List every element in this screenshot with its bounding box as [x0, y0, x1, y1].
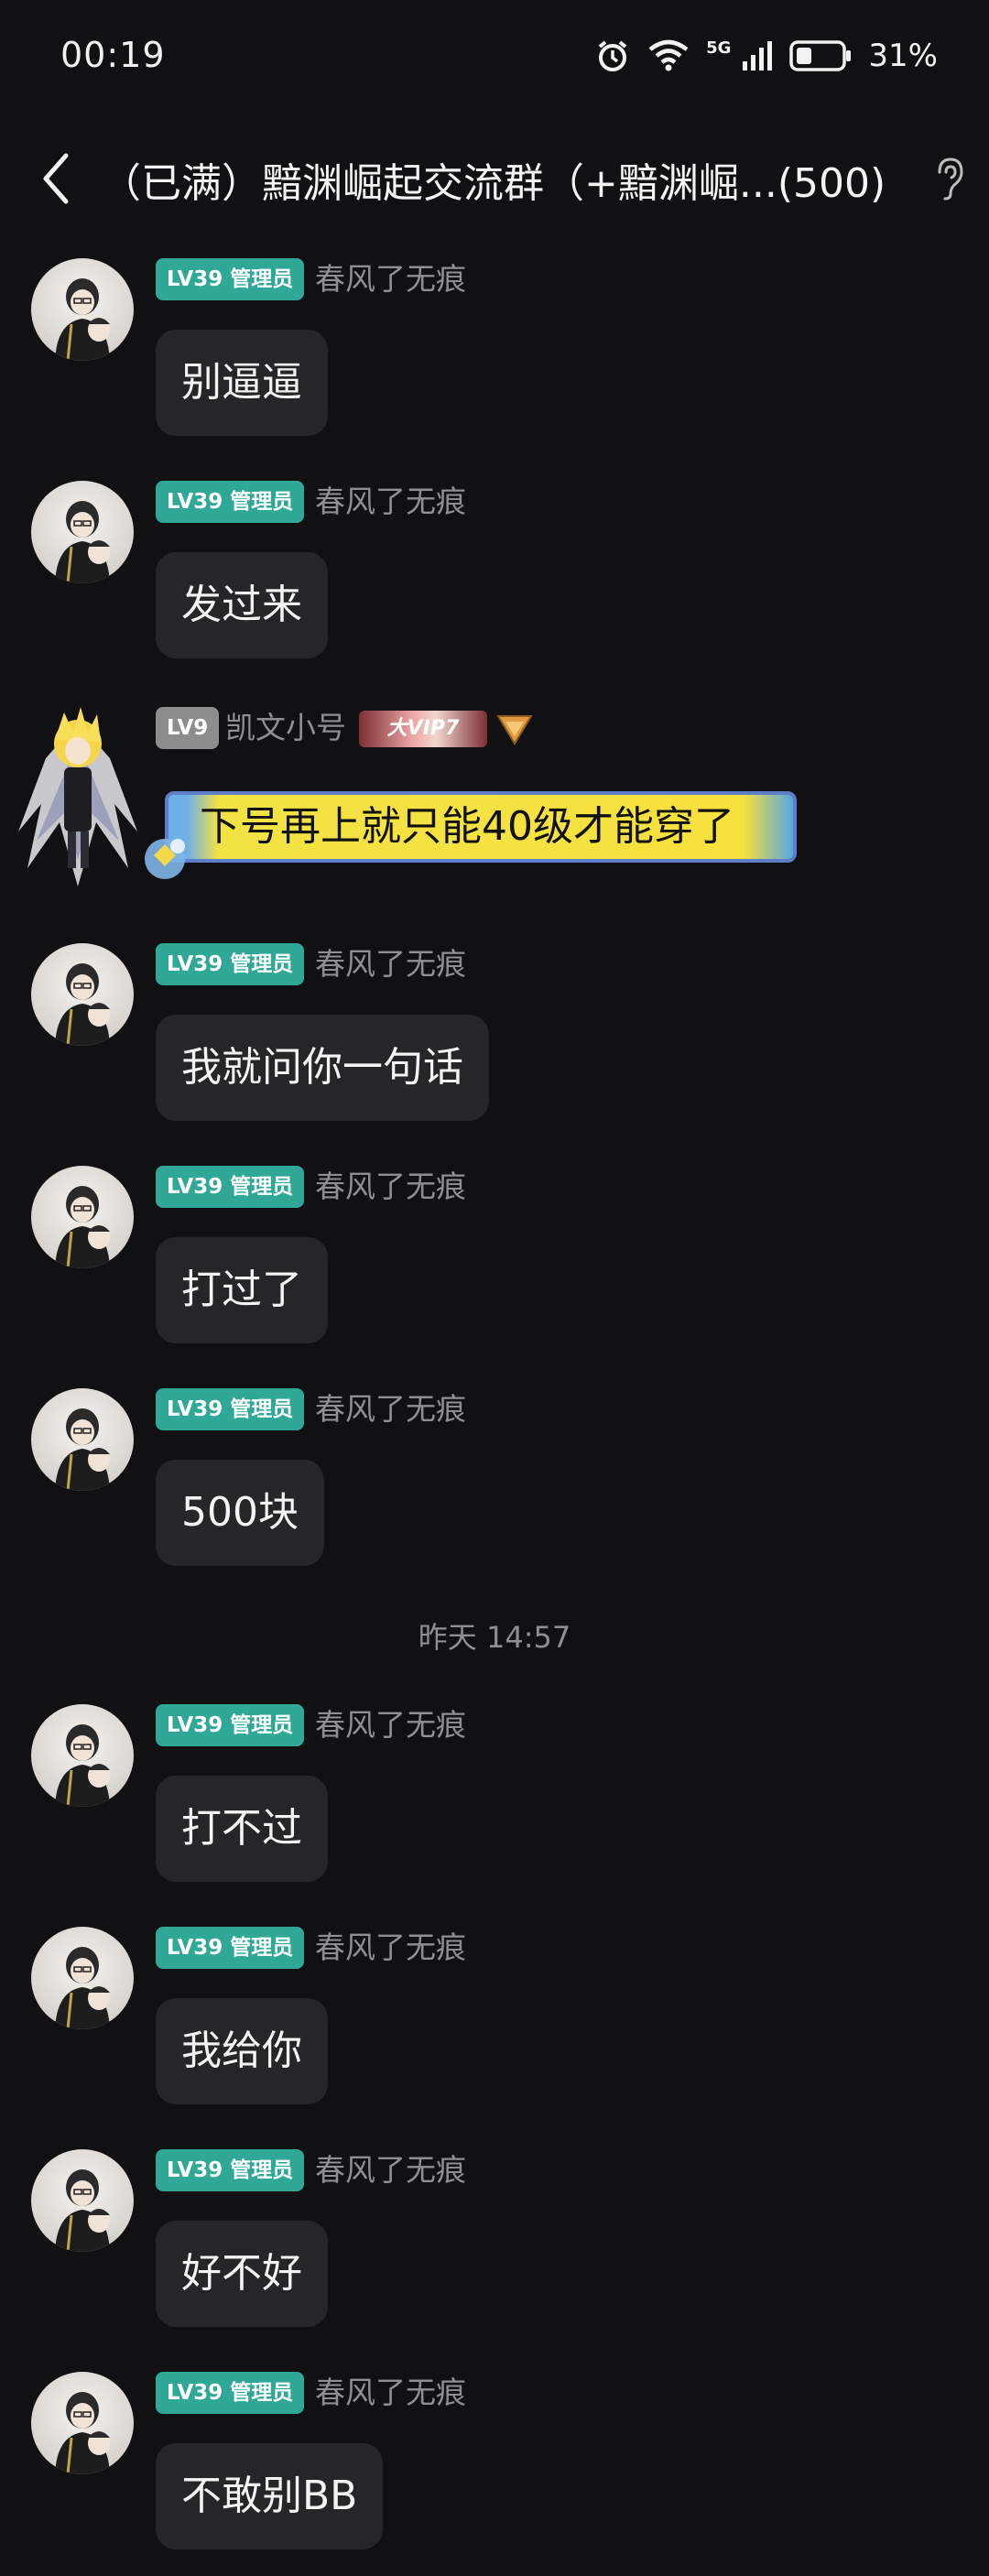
sender-name[interactable]: 春风了无痕 — [315, 258, 466, 300]
alarm-icon — [594, 38, 631, 74]
sender-name[interactable]: 春风了无痕 — [315, 1927, 466, 1969]
signal-icon — [742, 39, 773, 72]
level-badge: LV39 管理员 — [156, 1166, 305, 1208]
vip-badge: 大VIP7 — [359, 711, 487, 747]
avatar[interactable] — [31, 2149, 134, 2252]
bubble-decoration-icon — [137, 828, 196, 886]
avatar[interactable] — [31, 1166, 134, 1268]
message-item: LV39 管理员 春风了无痕 我给你 — [0, 1927, 989, 2119]
message-bubble[interactable]: 打不过 — [156, 1776, 328, 1882]
avatar[interactable] — [31, 258, 134, 361]
message-bubble[interactable]: 发过来 — [156, 552, 328, 658]
avatar[interactable] — [31, 943, 134, 1046]
level-badge: LV39 管理员 — [156, 258, 305, 300]
battery-icon — [789, 39, 852, 72]
message-item: LV39 管理员 春风了无痕 不敢别BB — [0, 2372, 989, 2564]
level-badge: LV9 — [156, 707, 220, 749]
sender-name[interactable]: 春风了无痕 — [315, 2149, 466, 2191]
chevron-left-icon[interactable] — [35, 147, 79, 211]
sender-name[interactable]: 春风了无痕 — [315, 481, 466, 523]
message-bubble[interactable]: 我就问你一句话 — [156, 1015, 489, 1121]
message-bubble[interactable]: 好不好 — [156, 2221, 328, 2327]
message-bubble[interactable]: 别逼逼 — [156, 330, 328, 436]
sender-name[interactable]: 春风了无痕 — [315, 1166, 466, 1208]
message-bubble[interactable]: 打过了 — [156, 1237, 328, 1343]
ear-icon[interactable] — [932, 156, 965, 201]
avatar[interactable] — [31, 481, 134, 583]
avatar[interactable] — [31, 1388, 134, 1491]
status-time: 00:19 — [60, 35, 166, 75]
message-bubble[interactable]: 不敢别BB — [156, 2443, 384, 2549]
avatar[interactable] — [9, 703, 147, 896]
message-item: LV39 管理员 春风了无痕 打不过 — [0, 1704, 989, 1897]
sender-name[interactable]: 春风了无痕 — [315, 1704, 466, 1746]
level-badge: LV39 管理员 — [156, 1704, 305, 1746]
level-badge: LV39 管理员 — [156, 1388, 305, 1430]
wifi-icon — [647, 38, 690, 73]
message-item: LV39 管理员 春风了无痕 打过了 — [0, 1166, 989, 1358]
level-badge: LV39 管理员 — [156, 943, 305, 985]
sender-name[interactable]: 春风了无痕 — [315, 1388, 466, 1430]
level-badge: LV39 管理员 — [156, 1927, 305, 1969]
sender-name[interactable]: 春风了无痕 — [315, 943, 466, 985]
message-item: LV39 管理员 春风了无痕 500块 — [0, 1388, 989, 1581]
message-bubble[interactable]: 500块 — [156, 1460, 324, 1566]
group-title[interactable]: （已满）黯渊崛起交流群（+黯渊崛...(500) — [101, 150, 925, 207]
level-badge: LV39 管理员 — [156, 2372, 305, 2414]
network-type: 5G — [706, 38, 732, 58]
avatar[interactable] — [31, 1927, 134, 2029]
message-item: LV9 凯文小号 大VIP7 下号再上就只能40级才能穿了 — [0, 703, 989, 905]
battery-percent: 31% — [868, 38, 938, 74]
message-item: LV39 管理员 春风了无痕 我就问你一句话 — [0, 943, 989, 1136]
level-badge: LV39 管理员 — [156, 481, 305, 523]
message-item: LV39 管理员 春风了无痕 别逼逼 — [0, 258, 989, 451]
status-icons: 5G 31% — [594, 33, 938, 79]
level-badge: LV39 管理员 — [156, 2149, 305, 2191]
message-item: LV39 管理员 春风了无痕 好不好 — [0, 2149, 989, 2342]
timestamp-divider: 昨天 14:57 — [418, 1620, 571, 1655]
status-bar: 00:19 5G 31% — [0, 0, 989, 119]
sender-name[interactable]: 春风了无痕 — [315, 2372, 466, 2414]
rank-triangle-icon — [496, 714, 533, 745]
avatar[interactable] — [31, 1704, 134, 1807]
message-bubble[interactable]: 下号再上就只能40级才能穿了 — [165, 791, 797, 863]
sender-name[interactable]: 凯文小号 — [225, 707, 346, 749]
message-bubble[interactable]: 我给你 — [156, 1998, 328, 2104]
message-item: LV39 管理员 春风了无痕 发过来 — [0, 481, 989, 673]
chat-header: （已满）黯渊崛起交流群（+黯渊崛...(500) — [0, 137, 989, 220]
avatar[interactable] — [31, 2372, 134, 2474]
